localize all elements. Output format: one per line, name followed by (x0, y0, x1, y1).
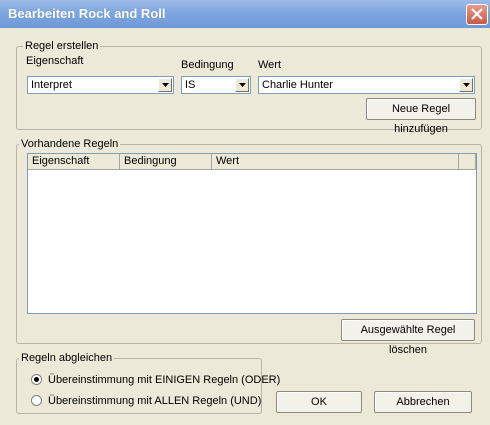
cancel-button[interactable]: Abbrechen (374, 391, 472, 413)
match-rules-group: Regeln abgleichen Übereinstimmung mit EI… (16, 351, 280, 414)
existing-rules-legend: Vorhandene Regeln (19, 137, 121, 151)
create-rule-group: Regel erstellen Eigenschaft Bedingung We… (16, 39, 482, 135)
property-select-value: Interpret (31, 79, 72, 91)
condition-select-value: IS (185, 79, 196, 91)
match-all-label[interactable]: Übereinstimmung mit ALLEN Regeln (UND) (48, 395, 261, 408)
window-title: Bearbeiten Rock and Roll (8, 6, 166, 21)
value-select[interactable]: Charlie Hunter (258, 76, 475, 94)
match-rules-legend: Regeln abgleichen (19, 351, 115, 365)
match-any-radio[interactable] (31, 374, 42, 385)
match-any-option[interactable]: Übereinstimmung mit EINIGEN Regeln (ODER… (31, 374, 280, 387)
rules-list-header: Eigenschaft Bedingung Wert (28, 154, 476, 170)
match-all-option[interactable]: Übereinstimmung mit ALLEN Regeln (UND) (31, 395, 261, 408)
value-label: Wert (258, 59, 282, 71)
chevron-down-icon (239, 83, 246, 87)
property-dropdown-button[interactable] (158, 78, 172, 92)
ok-button[interactable]: OK (276, 391, 362, 413)
condition-dropdown-button[interactable] (235, 78, 249, 92)
column-header-filler (459, 154, 476, 170)
condition-label: Bedingung (181, 59, 234, 71)
column-header-condition[interactable]: Bedingung (120, 154, 212, 170)
match-any-label[interactable]: Übereinstimmung mit EINIGEN Regeln (ODER… (48, 374, 280, 387)
close-button[interactable] (466, 4, 488, 25)
chevron-down-icon (162, 83, 169, 87)
title-bar[interactable]: Bearbeiten Rock and Roll (0, 0, 490, 28)
existing-rules-group: Vorhandene Regeln Eigenschaft Bedingung … (16, 137, 482, 356)
chevron-down-icon (463, 83, 470, 87)
property-select[interactable]: Interpret (27, 76, 174, 94)
condition-select[interactable]: IS (181, 76, 251, 94)
rules-list[interactable]: Eigenschaft Bedingung Wert (27, 153, 477, 314)
value-dropdown-button[interactable] (459, 78, 473, 92)
property-label: Eigenschaft (26, 55, 84, 67)
column-header-property[interactable]: Eigenschaft (28, 154, 120, 170)
column-header-value[interactable]: Wert (212, 154, 459, 170)
delete-rule-button[interactable]: Ausgewählte Regel löschen (341, 319, 475, 356)
close-icon (471, 8, 483, 20)
value-select-value: Charlie Hunter (262, 79, 333, 91)
add-rule-button[interactable]: Neue Regel hinzufügen (366, 98, 476, 135)
edit-smart-playlist-dialog: Bearbeiten Rock and Roll Regel erstellen… (0, 0, 490, 425)
match-all-radio[interactable] (31, 395, 42, 406)
create-rule-legend: Regel erstellen (23, 39, 101, 53)
